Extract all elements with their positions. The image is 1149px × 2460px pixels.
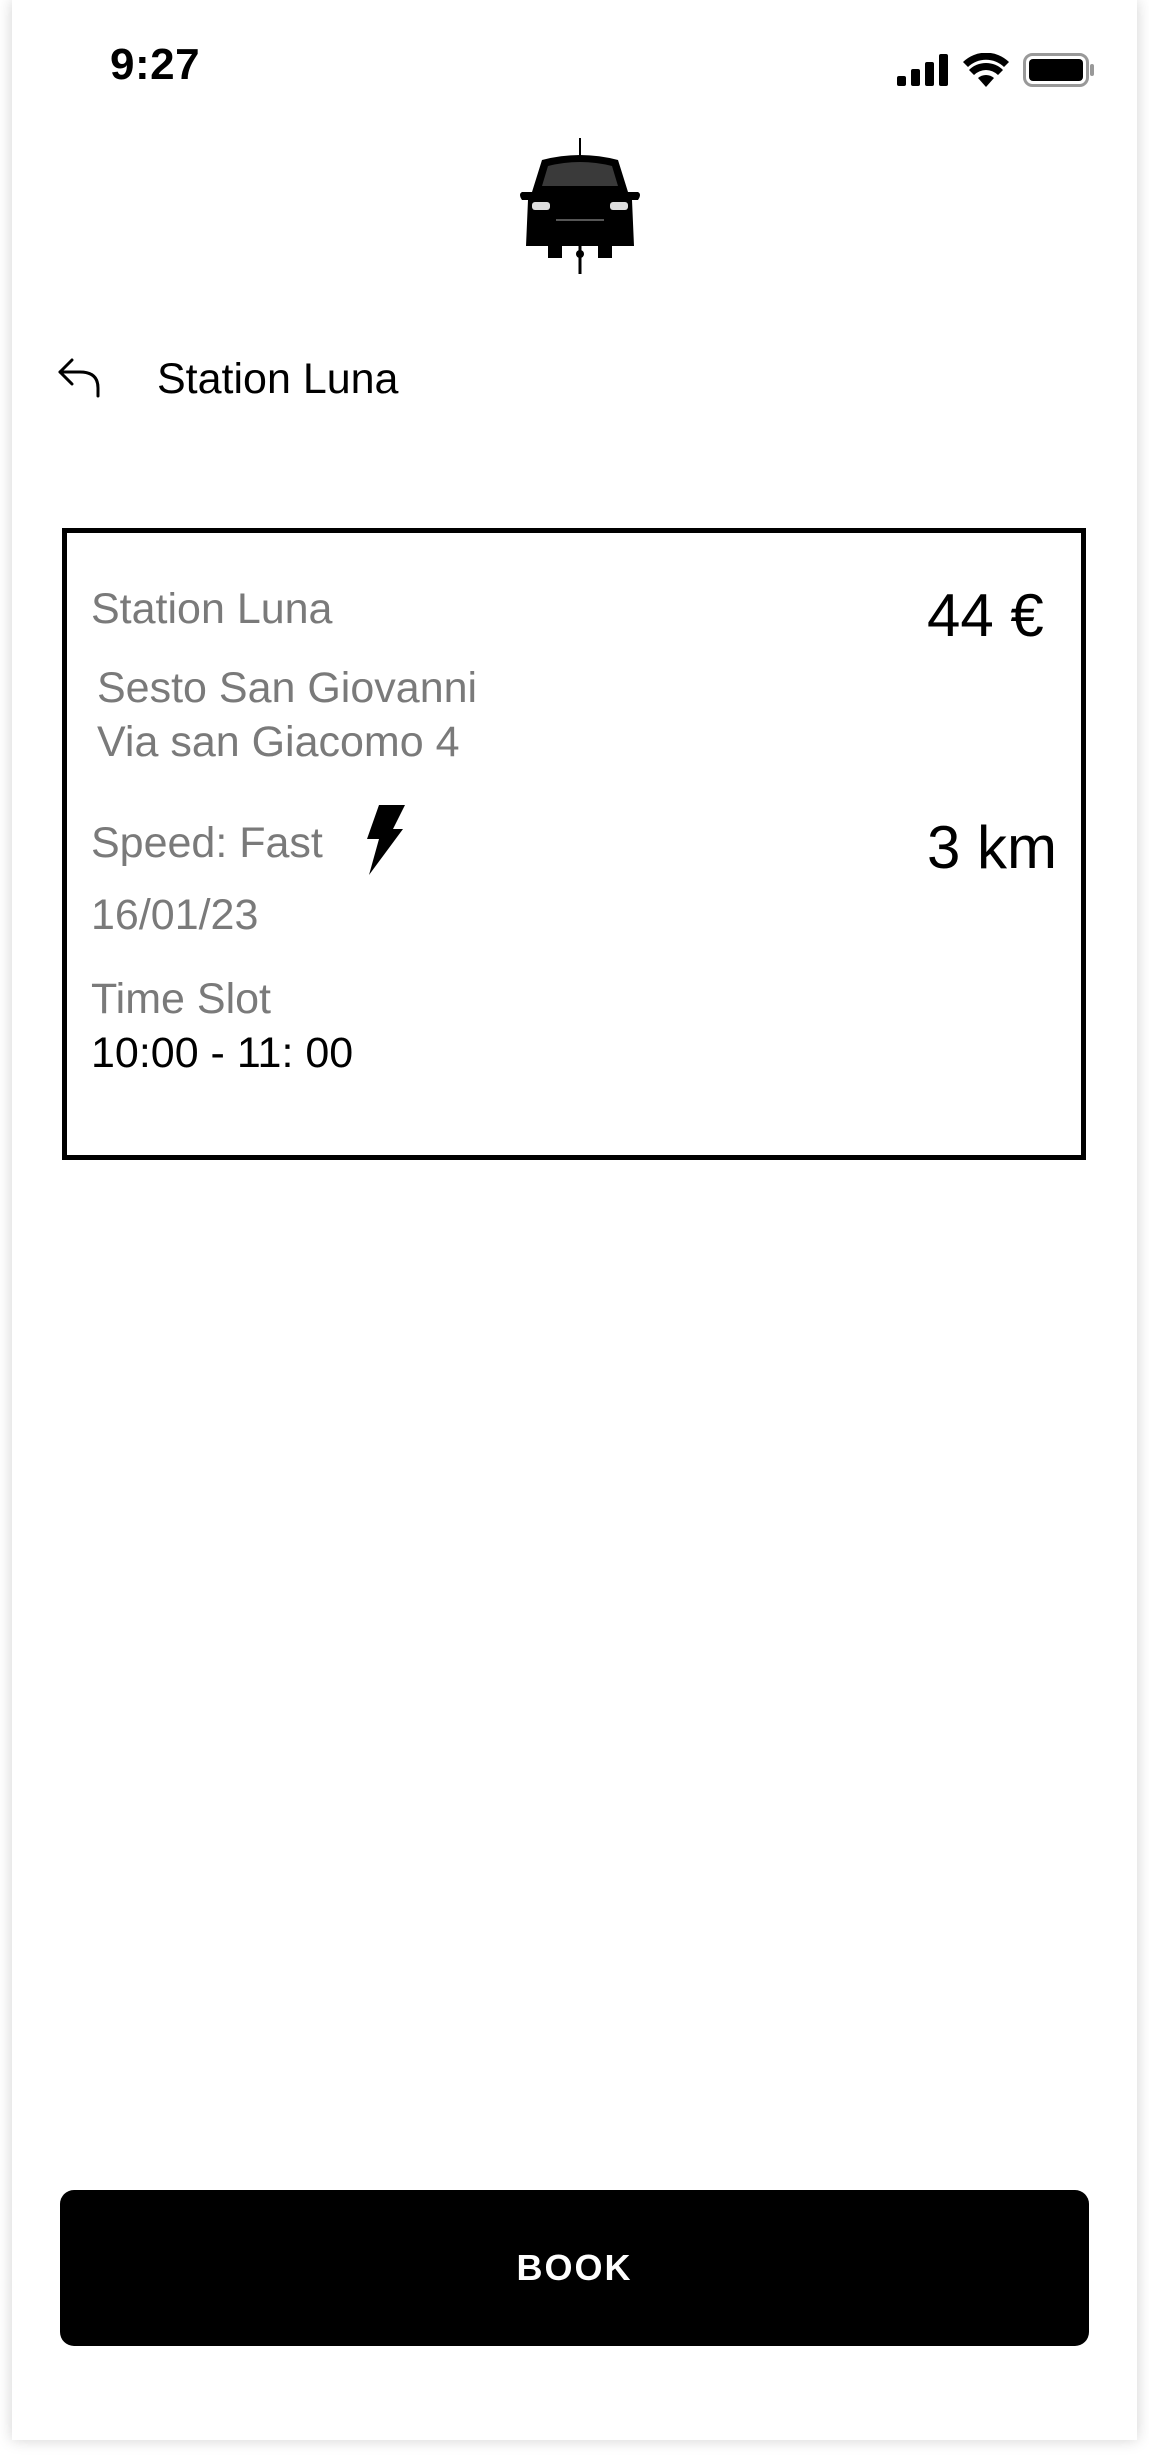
station-address: Sesto San Giovanni Via san Giacomo 4 bbox=[97, 661, 477, 769]
nav-header: Station Luna bbox=[12, 340, 1137, 420]
charging-speed: Speed: Fast bbox=[91, 819, 323, 867]
booking-date: 16/01/23 bbox=[91, 891, 259, 939]
cellular-signal-icon bbox=[897, 54, 948, 86]
address-city: Sesto San Giovanni bbox=[97, 664, 478, 712]
book-button[interactable]: BOOK bbox=[60, 2190, 1089, 2346]
status-icons bbox=[897, 50, 1095, 90]
car-charging-icon bbox=[520, 138, 640, 274]
status-bar: 9:27 bbox=[12, 0, 1137, 140]
price: 44 € bbox=[927, 582, 1044, 649]
time-slot-value: 10:00 - 11: 00 bbox=[91, 1029, 354, 1077]
distance: 3 km bbox=[927, 814, 1058, 881]
wifi-icon bbox=[963, 53, 1009, 87]
battery-icon bbox=[1023, 53, 1094, 87]
address-street: Via san Giacomo 4 bbox=[97, 718, 460, 766]
lightning-bolt-icon bbox=[367, 805, 405, 875]
station-name: Station Luna bbox=[91, 585, 333, 633]
back-arrow-icon[interactable] bbox=[54, 354, 108, 404]
time-slot-label: Time Slot bbox=[91, 975, 271, 1023]
status-time: 9:27 bbox=[110, 40, 201, 89]
page-title: Station Luna bbox=[157, 355, 399, 403]
app-screen: 9:27 Station Luna Station Luna 44 € Sest… bbox=[12, 0, 1137, 2440]
station-card: Station Luna 44 € Sesto San Giovanni Via… bbox=[62, 528, 1086, 1160]
